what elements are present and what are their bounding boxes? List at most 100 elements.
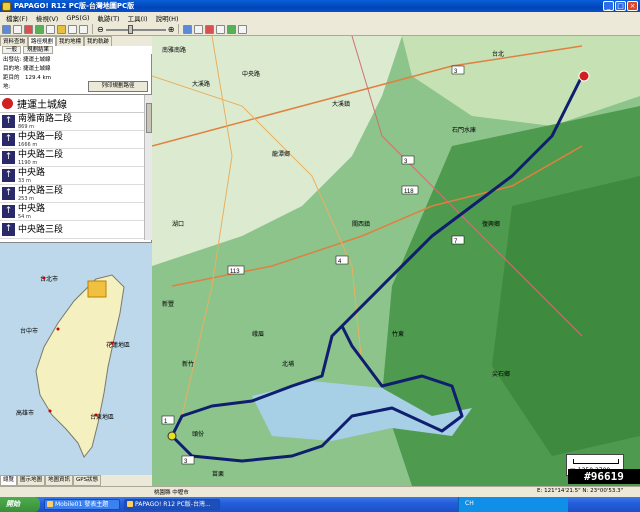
list-item[interactable]: ↑ 中央路一段 1666 m xyxy=(0,131,152,149)
route-start-value: 捷運土城線 xyxy=(23,57,51,63)
step-distance: 869 m xyxy=(18,123,35,130)
step-road: 中央路 xyxy=(18,167,46,178)
directions-header[interactable]: 捷運土城線 xyxy=(0,95,152,113)
city-dot xyxy=(110,341,114,345)
map-label: 龍潭鄉 xyxy=(272,150,290,158)
city-dot xyxy=(94,413,98,417)
panel-tabs: 資料查詢 路徑規劃 我的地標 我的軌跡 xyxy=(0,36,152,46)
map-label: 北埔 xyxy=(282,360,294,368)
map-label: 關西鎮 xyxy=(352,220,370,228)
list-item[interactable]: ↑ 中央路三段 xyxy=(0,221,152,239)
zoom-slider[interactable] xyxy=(105,24,166,34)
marker-icon[interactable] xyxy=(57,24,66,34)
minimize-button[interactable]: _ xyxy=(603,1,614,11)
tab-legend-map[interactable]: 圖示地圖 xyxy=(17,475,46,486)
main-map[interactable]: 南雅南路 大溪路 中央路 台北 石門水庫 大溪鎮 復興鄉 關西鎮 龍潭鄉 竹東 … xyxy=(152,36,640,486)
list-item[interactable]: ↑ 南雅南路二段 869 m xyxy=(0,113,152,131)
route-end-marker[interactable] xyxy=(167,431,177,441)
system-tray: CH xyxy=(458,497,568,512)
app-icon xyxy=(127,501,133,507)
layer-icon[interactable] xyxy=(46,24,55,34)
taskbar-item[interactable]: PAPAGO! R12 PC版-台灣... xyxy=(124,499,220,510)
tab-route-planning[interactable]: 路徑規劃 xyxy=(28,36,57,46)
menu-help[interactable]: 說明(H) xyxy=(152,13,183,23)
save-icon[interactable] xyxy=(13,24,22,34)
step-distance: 33 m xyxy=(18,177,31,184)
step-road: 中央路一段 xyxy=(18,131,64,142)
zoom-in-icon[interactable]: ⊕ xyxy=(168,25,175,34)
step-distance: 54 m xyxy=(18,213,31,220)
overview-viewport[interactable] xyxy=(87,280,107,298)
map-canvas: 南雅南路 大溪路 中央路 台北 石門水庫 大溪鎮 復興鄉 關西鎮 龍潭鄉 竹東 … xyxy=(152,36,640,486)
road-shield: 113 xyxy=(227,265,245,275)
input-language[interactable]: CH xyxy=(465,500,474,507)
pan-icon[interactable] xyxy=(183,24,193,34)
map-label: 南雅南路 xyxy=(162,46,186,54)
track-icon[interactable] xyxy=(79,24,88,34)
tab-overview[interactable]: 總覽 xyxy=(0,475,18,486)
maximize-button[interactable]: □ xyxy=(615,1,626,11)
3d-icon[interactable] xyxy=(227,24,237,34)
gps-icon[interactable] xyxy=(35,24,44,34)
print-route-button[interactable]: 列印規劃路徑 xyxy=(88,81,148,92)
overview-map-svg: 台北市 台中市 花蓮地區 高雄市 台東地區 xyxy=(16,274,130,458)
arrow-up-icon: ↑ xyxy=(2,187,15,200)
step-road: 中央路三段 xyxy=(18,185,64,196)
start-button[interactable]: 開始 xyxy=(0,497,40,512)
directions-scrollbar[interactable] xyxy=(144,95,152,240)
list-item[interactable]: ↑ 中央路 54 m xyxy=(0,203,152,221)
map-label: 復興鄉 xyxy=(482,220,500,228)
route-info: 出發站: 捷運土城線 目的地: 捷運土城線 距目的地: 129.4 km xyxy=(3,56,151,90)
list-item[interactable]: ↑ 中央路 33 m xyxy=(0,167,152,185)
map-label: 尖石鄉 xyxy=(492,370,510,378)
close-button[interactable]: × xyxy=(627,1,638,11)
road-shield: 7 xyxy=(451,235,465,245)
open-icon[interactable] xyxy=(2,24,11,34)
window-title: PAPAGO! R12 PC版-台灣地圖PC版 xyxy=(14,2,135,10)
status-bar: 桃園縣 中壢市 E: 121°14'21.5" N: 23°00'53.3" xyxy=(0,486,640,497)
menu-gps[interactable]: GPS(G) xyxy=(62,14,93,22)
tab-gps-status[interactable]: GPS狀態 xyxy=(73,475,102,486)
map-label: 苗栗 xyxy=(212,470,224,478)
zoom-slider-thumb[interactable] xyxy=(127,24,133,34)
info-icon[interactable] xyxy=(238,24,248,34)
menu-file[interactable]: 檔案(F) xyxy=(2,13,32,23)
route-distance-value: 129.4 km xyxy=(25,75,52,81)
list-item[interactable]: ↑ 中央路二段 1190 m xyxy=(0,149,152,167)
title-bar[interactable]: PAPAGO! R12 PC版-台灣地圖PC版 _ □ × xyxy=(0,0,640,12)
menu-view[interactable]: 檢視(V) xyxy=(32,13,63,23)
route-icon[interactable] xyxy=(68,24,77,34)
subtab-general[interactable]: 一般 xyxy=(2,46,22,54)
measure-icon[interactable] xyxy=(194,24,204,34)
svg-text:118: 118 xyxy=(404,189,414,195)
tab-landmarks[interactable]: 我的地標 xyxy=(56,36,85,46)
north-icon[interactable] xyxy=(205,24,215,34)
svg-text:113: 113 xyxy=(230,269,240,275)
map-label: 台北 xyxy=(492,50,504,58)
panel-subtabs: 一般 規劃結果 xyxy=(0,46,152,54)
zoom-out-icon[interactable]: ⊖ xyxy=(97,25,104,34)
overview-label: 台中市 xyxy=(20,327,38,335)
subtab-result[interactable]: 規劃結果 xyxy=(23,46,54,54)
taskbar: 開始 Mobile01 發表主題 PAPAGO! R12 PC版-台灣... C… xyxy=(0,497,640,512)
overview-map[interactable]: 台北市 台中市 花蓮地區 高雄市 台東地區 xyxy=(0,242,152,475)
directions-list: 捷運土城線 ↑ 南雅南路二段 869 m ↑ 中央路一段 1666 m ↑ 中央路二段 11… xyxy=(0,94,152,240)
city-dot xyxy=(56,327,60,331)
list-item[interactable]: ↑ 中央路三段 253 m xyxy=(0,185,152,203)
tab-search[interactable]: 資料查詢 xyxy=(0,36,29,46)
overview-label: 台東地區 xyxy=(90,413,114,421)
menu-tools[interactable]: 工具(I) xyxy=(124,13,152,23)
rotate-icon[interactable] xyxy=(216,24,226,34)
watermark-label: #96619 xyxy=(568,469,640,484)
map-label: 峨眉 xyxy=(252,330,264,338)
arrow-up-icon: ↑ xyxy=(2,223,15,236)
taskbar-item[interactable]: Mobile01 發表主題 xyxy=(44,499,120,510)
route-dest-value: 捷運土城線 xyxy=(23,66,51,72)
route-start-marker[interactable] xyxy=(578,70,590,82)
tab-tracks[interactable]: 我的軌跡 xyxy=(84,36,113,46)
scale-bar xyxy=(573,459,619,464)
print-icon[interactable] xyxy=(24,24,33,34)
tab-map-info[interactable]: 地圖資訊 xyxy=(45,475,74,486)
route-dest-key: 目的地: xyxy=(3,66,22,72)
menu-track[interactable]: 軌跡(T) xyxy=(94,13,124,23)
